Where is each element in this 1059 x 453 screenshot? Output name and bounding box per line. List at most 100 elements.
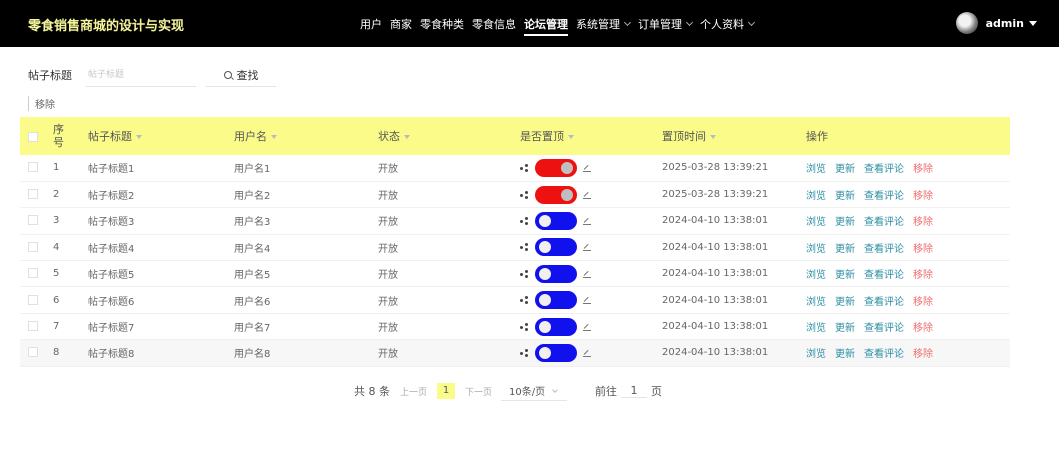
top-toggle[interactable] — [535, 185, 577, 204]
view-button[interactable]: 浏览 — [806, 191, 826, 202]
edit-icon[interactable] — [583, 217, 591, 225]
view-comments-button[interactable]: 查看评论 — [864, 323, 904, 334]
page-number-current[interactable]: 1 — [437, 383, 456, 399]
view-button[interactable]: 浏览 — [806, 323, 826, 334]
view-comments-button[interactable]: 查看评论 — [864, 297, 904, 308]
row-checkbox[interactable] — [28, 321, 38, 332]
update-button[interactable]: 更新 — [835, 270, 855, 281]
sort-icon[interactable] — [568, 135, 574, 139]
row-checkbox[interactable] — [28, 215, 38, 226]
search-input[interactable] — [86, 63, 196, 87]
nav-item-7[interactable]: 订单管理 — [638, 16, 694, 32]
share-icon[interactable] — [520, 216, 528, 225]
update-button[interactable]: 更新 — [835, 164, 855, 175]
view-comments-button[interactable]: 查看评论 — [864, 191, 904, 202]
remove-button[interactable]: 移除 — [913, 323, 933, 334]
view-button[interactable]: 浏览 — [806, 217, 826, 228]
top-toggle[interactable] — [535, 343, 577, 362]
view-comments-button[interactable]: 查看评论 — [864, 349, 904, 360]
sort-icon[interactable] — [271, 135, 277, 139]
remove-button[interactable]: 移除 — [913, 164, 933, 175]
view-button[interactable]: 浏览 — [806, 164, 826, 175]
share-icon[interactable] — [520, 269, 528, 278]
view-button[interactable]: 浏览 — [806, 349, 826, 360]
update-button[interactable]: 更新 — [835, 323, 855, 334]
chevron-down-icon — [685, 18, 694, 27]
prev-page-button[interactable]: 上一页 — [400, 385, 427, 398]
cell-index: 2 — [47, 181, 82, 209]
header-username[interactable]: 用户名 — [228, 117, 372, 155]
row-checkbox[interactable] — [28, 162, 38, 173]
cell-title: 帖子标题5 — [82, 260, 228, 288]
top-toggle[interactable] — [535, 291, 577, 310]
nav-item-1[interactable]: 用户 — [360, 16, 382, 32]
user-name[interactable]: admin — [986, 17, 1024, 30]
edit-icon[interactable] — [583, 270, 591, 278]
top-toggle[interactable] — [535, 317, 577, 336]
header-title[interactable]: 帖子标题 — [82, 117, 228, 155]
caret-down-icon[interactable] — [1029, 20, 1037, 26]
remove-button[interactable]: 移除 — [913, 270, 933, 281]
search-button[interactable]: 查找 — [206, 63, 276, 87]
row-select-cell — [20, 313, 47, 341]
top-toggle[interactable] — [535, 238, 577, 257]
row-checkbox[interactable] — [28, 294, 38, 305]
header-is-top[interactable]: 是否置顶 — [514, 117, 656, 155]
row-checkbox[interactable] — [28, 268, 38, 279]
share-icon[interactable] — [520, 322, 528, 331]
sort-icon[interactable] — [710, 135, 716, 139]
share-icon[interactable] — [520, 243, 528, 252]
share-icon[interactable] — [520, 296, 528, 305]
remove-selected-button[interactable]: 移除 — [28, 96, 55, 111]
edit-icon[interactable] — [583, 349, 591, 357]
edit-icon[interactable] — [583, 296, 591, 305]
edit-icon[interactable] — [583, 164, 591, 172]
header-top-time[interactable]: 置顶时间 — [656, 117, 797, 155]
view-comments-button[interactable]: 查看评论 — [864, 244, 904, 255]
view-button[interactable]: 浏览 — [806, 270, 826, 281]
edit-icon[interactable] — [583, 323, 591, 331]
view-comments-button[interactable]: 查看评论 — [864, 270, 904, 281]
remove-button[interactable]: 移除 — [913, 244, 933, 255]
view-comments-button[interactable]: 查看评论 — [864, 217, 904, 228]
remove-button[interactable]: 移除 — [913, 191, 933, 202]
row-checkbox[interactable] — [28, 347, 38, 358]
sort-icon[interactable] — [404, 135, 410, 139]
share-icon[interactable] — [520, 190, 528, 199]
update-button[interactable]: 更新 — [835, 217, 855, 228]
update-button[interactable]: 更新 — [835, 297, 855, 308]
share-icon[interactable] — [520, 163, 528, 172]
update-button[interactable]: 更新 — [835, 191, 855, 202]
remove-button[interactable]: 移除 — [913, 217, 933, 228]
remove-button[interactable]: 移除 — [913, 297, 933, 308]
row-checkbox[interactable] — [28, 241, 38, 252]
view-button[interactable]: 浏览 — [806, 244, 826, 255]
view-comments-button[interactable]: 查看评论 — [864, 164, 904, 175]
header-status[interactable]: 状态 — [372, 117, 514, 155]
nav-item-6[interactable]: 系统管理 — [576, 16, 632, 32]
top-toggle[interactable] — [535, 264, 577, 283]
user-menu[interactable]: admin — [955, 12, 1037, 34]
cell-top-time: 2024-04-10 13:38:01 — [656, 286, 797, 314]
nav-item-3[interactable]: 零食种类 — [420, 16, 464, 32]
edit-icon[interactable] — [583, 191, 591, 199]
edit-icon[interactable] — [583, 243, 591, 252]
row-checkbox[interactable] — [28, 189, 38, 200]
avatar[interactable] — [955, 12, 978, 34]
remove-button[interactable]: 移除 — [913, 349, 933, 360]
top-toggle[interactable] — [535, 158, 577, 177]
view-button[interactable]: 浏览 — [806, 297, 826, 308]
next-page-button[interactable]: 下一页 — [465, 385, 492, 398]
goto-page-input[interactable]: 1 — [621, 384, 648, 398]
nav-item-4[interactable]: 零食信息 — [472, 16, 516, 32]
nav-item-2[interactable]: 商家 — [390, 16, 412, 32]
nav-item-8[interactable]: 个人资料 — [700, 16, 756, 32]
sort-icon[interactable] — [136, 135, 142, 139]
update-button[interactable]: 更新 — [835, 349, 855, 360]
top-toggle[interactable] — [535, 211, 577, 230]
update-button[interactable]: 更新 — [835, 244, 855, 255]
select-all-checkbox[interactable] — [28, 131, 38, 142]
page-size-select[interactable]: 10条/页 — [501, 381, 568, 401]
share-icon[interactable] — [520, 348, 528, 357]
nav-item-5[interactable]: 论坛管理 — [524, 16, 568, 36]
